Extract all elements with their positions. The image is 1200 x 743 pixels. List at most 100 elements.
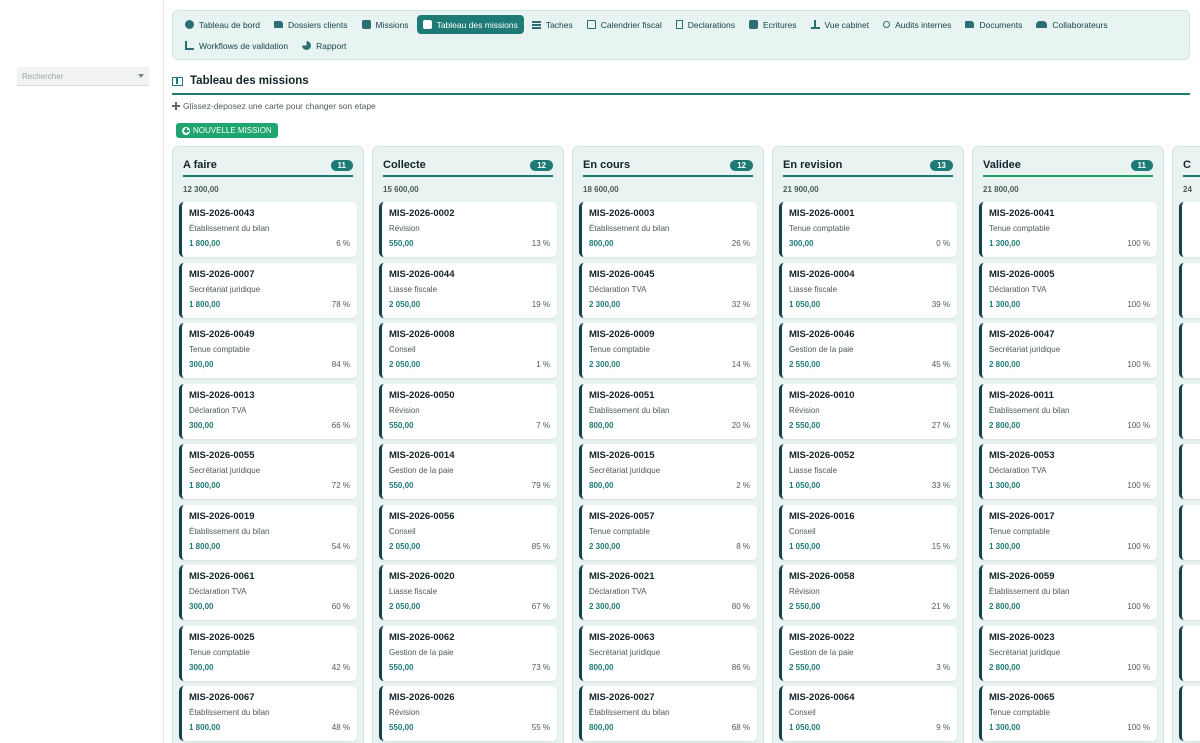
mission-amount: 1 050,00 [789, 299, 821, 309]
mission-card[interactable]: MIS-2026-0047 Secrétariat juridique 2 800,… [979, 323, 1157, 378]
mission-card[interactable]: MIS-2026-0014 Gestion de la paie 550,00 79 … [379, 444, 557, 499]
mission-id: MIS-2026-0001 [789, 208, 855, 219]
mission-card[interactable]: MIS-2026-0043 Établissement du bilan 1 800… [179, 202, 357, 257]
chevron-down-icon[interactable] [138, 74, 144, 78]
mission-card[interactable]: MIS-2026-0059 Établissement du bilan 2 800… [979, 565, 1157, 620]
search-input[interactable] [22, 71, 122, 81]
mission-type: Établissement du bilan [589, 405, 670, 415]
mission-card[interactable]: MIS-2026-0025 Tenue comptable 300,00 42 % [179, 625, 357, 681]
mission-card[interactable]: MIS-2026-0051 Établissement du bilan 800,0… [579, 383, 757, 439]
mission-progress: 79 % [531, 481, 550, 490]
mission-card[interactable]: MIS-2026-0021 Déclaration TVA 2 300,00 80 % [579, 565, 757, 620]
mission-card[interactable]: MIS-2026-0041 Tenue comptable 1 300,00 100 … [979, 202, 1157, 257]
column-header: Validee 11 [983, 155, 1153, 177]
mission-card[interactable]: MIS-2026-0001 Tenue comptable 300,00 0 % [779, 202, 957, 257]
mission-card[interactable]: MIS-2026-0005 Déclaration TVA 1 300,00 100 … [979, 262, 1157, 318]
mission-card[interactable]: MIS-2026-0026 Révision 550,00 55 % [379, 686, 557, 741]
mission-id: MIS-2026-0019 [189, 510, 255, 522]
mission-card[interactable]: MIS-2026-0023 Secrétariat juridique 2 800,… [979, 625, 1157, 681]
mission-card[interactable]: MIS-2026-0061 Déclaration TVA 300,00 60 % [179, 565, 357, 620]
nav-item-8[interactable]: Vue cabinet [805, 15, 876, 34]
nav-item-3[interactable]: Tableau des missions [416, 15, 524, 34]
nav-item-12[interactable]: Workflows de validation [179, 36, 294, 55]
mission-amount: 2 550,00 [789, 420, 821, 430]
nav-item-6[interactable]: Declarations [670, 15, 741, 34]
mission-card[interactable]: MIS-2026-0065 Tenue comptable 1 300,00 100 … [979, 686, 1157, 741]
mission-card[interactable]: MIS-2026-0053 Déclaration TVA 1 300,00 100 … [979, 444, 1157, 499]
mission-amount: 550,00 [389, 723, 414, 732]
mission-progress: 13 % [531, 239, 550, 248]
mission-card[interactable]: MIS-2026-0015 Secrétariat juridique 800,00… [579, 444, 757, 499]
mission-card[interactable] [1179, 565, 1200, 620]
mission-card[interactable]: MIS-2026-0044 Liasse fiscale 2 050,00 19 % [379, 262, 557, 318]
mission-card[interactable]: MIS-2026-0020 Liasse fiscale 2 050,00 67 % [379, 565, 557, 620]
mission-card[interactable]: MIS-2026-0046 Gestion de la paie 2 550,00 4… [779, 323, 957, 378]
mission-card[interactable]: MIS-2026-0010 Révision 2 550,00 27 % [779, 383, 957, 439]
mission-card[interactable]: MIS-2026-0052 Liasse fiscale 1 050,00 33 % [779, 444, 957, 499]
nav-item-1[interactable]: Dossiers clients [268, 15, 354, 34]
mission-card[interactable]: MIS-2026-0013 Déclaration TVA 300,00 66 % [179, 383, 357, 439]
mission-type: Établissement du bilan [189, 224, 270, 233]
mission-card[interactable]: MIS-2026-0016 Conseil 1 050,00 15 % [779, 504, 957, 560]
nav-item-11[interactable]: Collaborateurs [1030, 15, 1113, 34]
mission-amount: 2 050,00 [389, 541, 421, 551]
mission-card[interactable]: MIS-2026-0011 Établissement du bilan 2 800… [979, 383, 1157, 439]
mission-id: MIS-2026-0041 [989, 208, 1055, 219]
nav-item-2[interactable]: Missions [356, 15, 415, 34]
mission-card[interactable]: MIS-2026-0004 Liasse fiscale 1 050,00 39 % [779, 262, 957, 318]
mission-card[interactable]: MIS-2026-0027 Établissement du bilan 800,0… [579, 686, 757, 741]
mission-card[interactable] [1179, 686, 1200, 741]
mission-progress: 84 % [331, 360, 350, 369]
folder-icon [965, 21, 975, 28]
mission-card[interactable]: MIS-2026-0067 Établissement du bilan 1 800… [179, 686, 357, 741]
mission-card[interactable]: MIS-2026-0009 Tenue comptable 2 300,00 14 % [579, 323, 757, 378]
columns-icon [422, 20, 432, 29]
mission-card[interactable]: MIS-2026-0057 Tenue comptable 2 300,00 8 % [579, 504, 757, 560]
mission-type: Tenue comptable [989, 224, 1050, 233]
column-title: C [1183, 159, 1191, 171]
mission-card[interactable] [1179, 504, 1200, 560]
mission-card[interactable]: MIS-2026-0062 Gestion de la paie 550,00 73 … [379, 625, 557, 681]
mission-card[interactable] [1179, 444, 1200, 499]
mission-progress: 100 % [1127, 723, 1150, 732]
nav-item-7[interactable]: Ecritures [743, 15, 803, 34]
new-mission-button[interactable]: NOUVELLE MISSION [176, 123, 278, 138]
nav-item-4[interactable]: Taches [526, 15, 579, 34]
mission-type: Déclaration TVA [189, 405, 247, 415]
mission-card[interactable]: MIS-2026-0049 Tenue comptable 300,00 84 % [179, 323, 357, 378]
nav-item-0[interactable]: Tableau de bord [179, 15, 266, 34]
search-select[interactable] [17, 67, 149, 86]
mission-card[interactable]: MIS-2026-0050 Révision 550,00 7 % [379, 383, 557, 439]
kanban-board: A faire 11 12 300,00 MIS-2026-0043 Établisse… [172, 146, 1200, 743]
mission-card[interactable]: MIS-2026-0064 Conseil 1 050,00 9 % [779, 686, 957, 741]
mission-type: Déclaration TVA [589, 587, 647, 596]
mission-id: MIS-2026-0017 [989, 510, 1055, 522]
nav-item-9[interactable]: Audits internes [877, 15, 957, 34]
mission-card[interactable]: MIS-2026-0056 Conseil 2 050,00 85 % [379, 504, 557, 560]
mission-card[interactable]: MIS-2026-0058 Révision 2 550,00 21 % [779, 565, 957, 620]
mission-card[interactable] [1179, 323, 1200, 378]
mission-card[interactable]: MIS-2026-0019 Établissement du bilan 1 800… [179, 504, 357, 560]
nav-item-5[interactable]: Calendrier fiscal [581, 15, 668, 34]
mission-card[interactable]: MIS-2026-0003 Établissement du bilan 800,0… [579, 202, 757, 257]
mission-card[interactable]: MIS-2026-0017 Tenue comptable 1 300,00 100 … [979, 504, 1157, 560]
mission-card[interactable]: MIS-2026-0063 Secrétariat juridique 800,00… [579, 625, 757, 681]
mission-card[interactable]: MIS-2026-0055 Secrétariat juridique 1 800,… [179, 444, 357, 499]
mission-id: MIS-2026-0021 [589, 571, 655, 582]
mission-amount: 1 050,00 [789, 481, 821, 490]
mission-card[interactable] [1179, 202, 1200, 257]
nav-item-13[interactable]: Rapport [296, 36, 352, 55]
mission-type: Établissement du bilan [589, 708, 670, 717]
nav-item-10[interactable]: Documents [959, 15, 1028, 34]
mission-card[interactable]: MIS-2026-0002 Révision 550,00 13 % [379, 202, 557, 257]
mission-card[interactable] [1179, 625, 1200, 681]
mission-card[interactable]: MIS-2026-0008 Conseil 2 050,00 1 % [379, 323, 557, 378]
file-icon [675, 20, 683, 29]
mission-card[interactable] [1179, 383, 1200, 439]
mission-card[interactable] [1179, 262, 1200, 318]
mission-card[interactable]: MIS-2026-0045 Déclaration TVA 2 300,00 32 % [579, 262, 757, 318]
mission-id: MIS-2026-0025 [189, 631, 255, 643]
mission-card[interactable]: MIS-2026-0007 Secrétariat juridique 1 800,… [179, 262, 357, 318]
nav-item-label: Collaborateurs [1052, 19, 1108, 30]
mission-card[interactable]: MIS-2026-0022 Gestion de la paie 2 550,00 3… [779, 625, 957, 681]
